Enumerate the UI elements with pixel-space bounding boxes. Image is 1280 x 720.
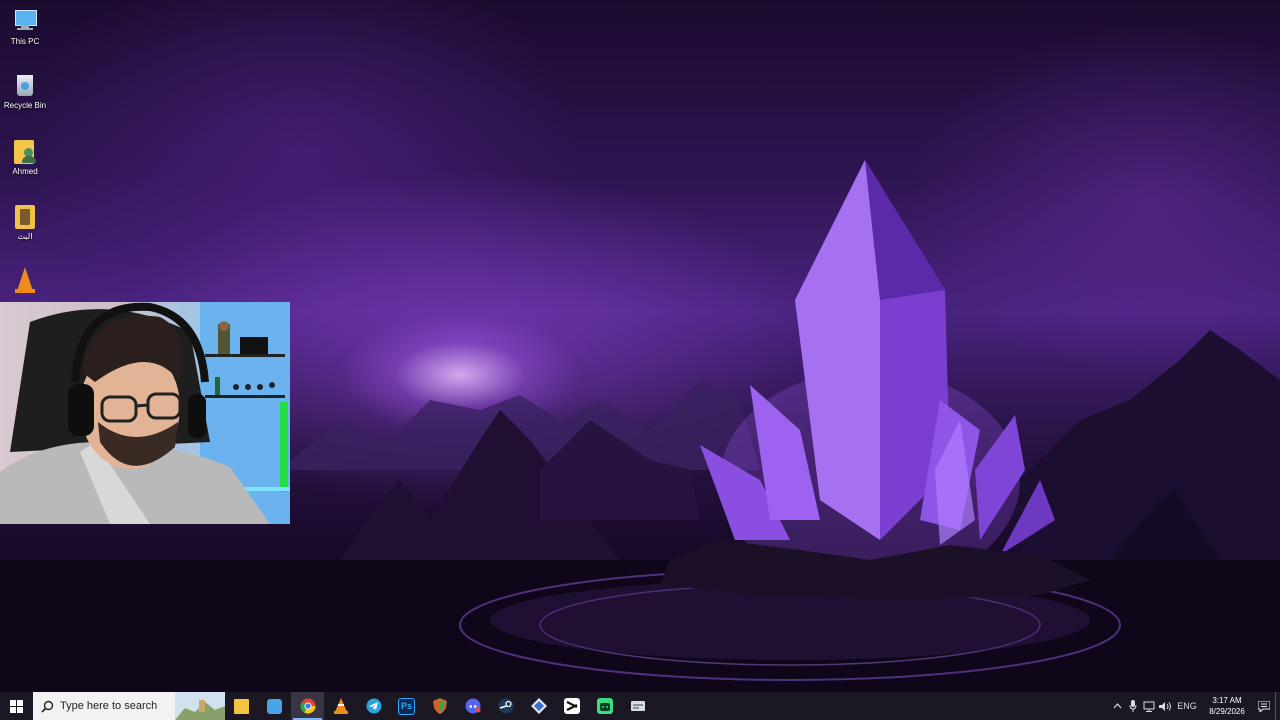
- taskbar-vlc[interactable]: [324, 692, 357, 720]
- windows-logo-icon: [10, 699, 23, 713]
- clock[interactable]: 3:17 AM 8/29/2026: [1205, 695, 1249, 717]
- capcut-icon: [563, 698, 580, 714]
- steam-icon: [498, 698, 513, 714]
- desktop-icon-label: البث: [17, 232, 33, 241]
- taskbar-drive-app[interactable]: [621, 692, 654, 720]
- clock-time: 3:17 AM: [1212, 696, 1242, 705]
- taskbar-chrome[interactable]: [291, 692, 324, 720]
- desktop-icon-recycle-bin[interactable]: Recycle Bin: [2, 72, 48, 110]
- this-pc-icon: [12, 8, 38, 34]
- shield-app-icon: [432, 698, 447, 714]
- diamond-app-icon: [530, 698, 547, 714]
- webcam-overlay: [0, 302, 290, 524]
- taskbar-steam[interactable]: [489, 692, 522, 720]
- discord-icon: [465, 698, 480, 714]
- taskbar: Type here to search Ps ENG 3:17 AM 8/29/…: [0, 692, 1280, 720]
- desktop-icon-broadcast-folder[interactable]: البث: [2, 203, 48, 241]
- desktop-icon-label: Recycle Bin: [3, 101, 47, 110]
- taskbar-capcut[interactable]: [555, 692, 588, 720]
- desktop-icon-ahmed[interactable]: Ahmed: [2, 138, 48, 176]
- show-desktop-button[interactable]: [1275, 692, 1280, 720]
- taskbar-window-app[interactable]: [258, 692, 291, 720]
- taskbar-diamond-app[interactable]: [522, 692, 555, 720]
- chrome-icon: [299, 698, 316, 714]
- vlc-icon: [12, 266, 38, 293]
- desktop-icon-this-pc[interactable]: This PC: [2, 8, 48, 46]
- search-placeholder: Type here to search: [60, 700, 158, 712]
- taskbar-photoshop[interactable]: Ps: [390, 692, 423, 720]
- file-explorer-icon: [234, 698, 249, 714]
- webcam-feed: [0, 302, 290, 524]
- desktop-icon-label: Ahmed: [12, 167, 38, 176]
- vlc-icon: [333, 698, 348, 714]
- microphone-icon[interactable]: [1125, 692, 1141, 720]
- taskbar-shield-app[interactable]: [423, 692, 456, 720]
- user-folder-icon: [12, 138, 38, 164]
- desktop-icon-label: This PC: [10, 37, 40, 46]
- folder-icon: [12, 203, 38, 229]
- taskbar-file-explorer[interactable]: [225, 692, 258, 720]
- telegram-icon: [366, 698, 381, 714]
- taskbar-telegram[interactable]: [357, 692, 390, 720]
- window-app-icon: [267, 698, 282, 714]
- photoshop-icon: Ps: [398, 697, 415, 715]
- clock-date: 8/29/2026: [1209, 707, 1245, 716]
- recycle-bin-icon: [12, 72, 38, 98]
- language-indicator[interactable]: ENG: [1173, 692, 1201, 720]
- taskbar-search-box[interactable]: Type here to search: [33, 692, 225, 720]
- network-icon[interactable]: [1141, 692, 1157, 720]
- system-tray: ENG 3:17 AM 8/29/2026: [1109, 692, 1280, 720]
- notifications-icon[interactable]: [1253, 692, 1275, 720]
- desktop-icon-vlc[interactable]: [2, 266, 48, 295]
- volume-icon[interactable]: [1157, 692, 1173, 720]
- show-hidden-icons-chevron-up-icon[interactable]: [1109, 692, 1125, 720]
- search-icon: [41, 700, 54, 713]
- drive-app-icon: [630, 701, 645, 711]
- taskbar-android-app[interactable]: [588, 692, 621, 720]
- start-button[interactable]: [0, 692, 33, 720]
- taskbar-discord[interactable]: [456, 692, 489, 720]
- android-app-icon: [596, 698, 613, 714]
- search-highlight-image: [175, 692, 225, 720]
